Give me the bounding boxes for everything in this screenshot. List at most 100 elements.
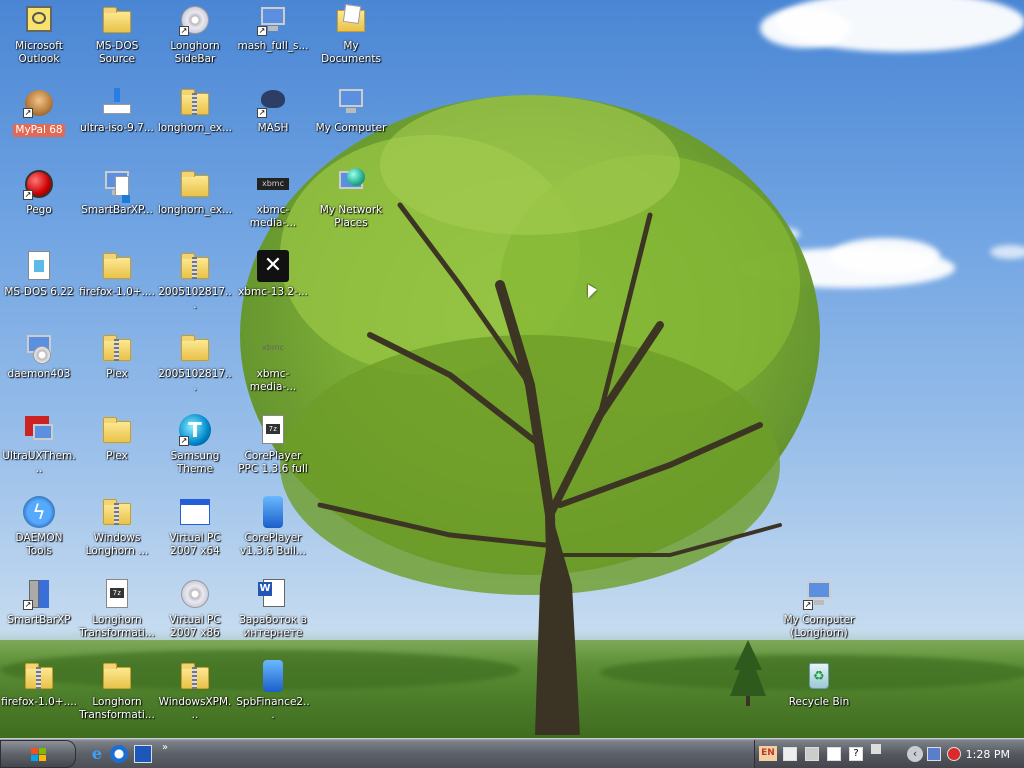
icon-label: longhorn_ex... [157, 204, 233, 216]
desktop-icon-2005102817-folder[interactable]: 2005102817... [156, 330, 234, 410]
icon-label: My Documents [321, 40, 381, 65]
desktop-icon-virtual-pc-x64[interactable]: Virtual PC 2007 x64 [156, 494, 234, 574]
icon-label: MS-DOS 6.22 [4, 286, 74, 298]
cd-icon [179, 578, 211, 610]
icon-label: ultra-iso-9.7... [80, 122, 154, 134]
desktop-icon-xbmc-media-2[interactable]: xbmc xbmc-media-... [234, 330, 312, 410]
folder-icon [179, 168, 211, 200]
icon-label: CorePlayer v1.3.6 Buil... [240, 532, 306, 557]
clock[interactable]: 1:28 PM [966, 748, 1010, 761]
desktop-icon-smartbarxp-setup[interactable]: SmartBarXP... [78, 166, 156, 246]
desktop-icon-xbmc-media-1[interactable]: xbmc xbmc-media-... [234, 166, 312, 246]
icon-label: SpbFinance2... [236, 696, 310, 721]
ultraux-icon [23, 414, 55, 446]
desktop-icon-longhorn-transformation-folder[interactable]: Longhorn Transformati... [78, 658, 156, 738]
internet-explorer-icon[interactable]: e [88, 745, 106, 763]
desktop-icon-my-documents[interactable]: My Documents [312, 2, 390, 82]
icon-label: 2005102817... [158, 286, 232, 311]
desktop-icon-my-computer-longhorn[interactable]: ↗ My Computer (Longhorn) [780, 576, 858, 656]
desktop-icon-windowsxpm[interactable]: WindowsXPM... [156, 658, 234, 738]
icon-label: xbmc-13.2-... [238, 286, 308, 298]
monitor-tray-icon[interactable] [827, 747, 841, 761]
icon-label: DAEMON Tools [15, 532, 63, 557]
network-tray-icon[interactable] [927, 747, 941, 761]
folder-icon [101, 250, 133, 282]
xbmc-app-icon: ✕ [257, 250, 289, 282]
desktop-icon-my-network-places[interactable]: My Network Places [312, 166, 390, 246]
desktop-icon-longhorn-ex-folder[interactable]: longhorn_ex... [156, 166, 234, 246]
icon-label: Recycle Bin [788, 696, 850, 708]
desktop-icon-xbmc-13[interactable]: ✕ xbmc-13.2-... [234, 248, 312, 328]
my-documents-icon [335, 4, 367, 36]
desktop-icon-plex-folder[interactable]: Plex [78, 412, 156, 492]
desktop-icon-longhorn-ex-zip[interactable]: longhorn_ex... [156, 84, 234, 164]
desktop-icon-longhorn-transformation[interactable]: 7z Longhorn Transformati... [78, 576, 156, 656]
desktop-icon-msdos-source[interactable]: MS-DOS Source [78, 2, 156, 82]
icon-label: My Network Places [319, 204, 383, 229]
desktop-icon-longhorn-sidebar[interactable]: ↗ Longhorn SideBar [156, 2, 234, 82]
icon-label: MASH [257, 122, 289, 134]
outlook-icon [23, 4, 55, 36]
desktop-icon-plex-zip[interactable]: Plex [78, 330, 156, 410]
antivirus-icon[interactable] [947, 747, 961, 761]
mypal-icon: ↗ [23, 86, 55, 118]
desktop-icon-zarabotok[interactable]: W Заработок в интернете [234, 576, 312, 656]
installer-icon [23, 332, 55, 364]
desktop-icon-smartbarxp[interactable]: ↗ SmartBarXP [0, 576, 78, 656]
desktop-icon-mash[interactable]: ↗ MASH [234, 84, 312, 164]
zip-folder-icon [101, 496, 133, 528]
icon-label: mash_full_s... [237, 40, 309, 52]
desktop-icon-firefox-zip-2[interactable]: firefox-1.0+.... [0, 658, 78, 738]
desktop-icon-coreplayer-ppc[interactable]: 7z CorePlayer PPC 1.3.6 full [234, 412, 312, 492]
icon-label: SmartBarXP... [81, 204, 153, 216]
archive-7z-icon: 7z [257, 414, 289, 446]
xbmc-icon: xbmc [257, 168, 289, 200]
network-icon [335, 168, 367, 200]
desktop-icon-my-computer[interactable]: My Computer [312, 84, 390, 164]
quicklaunch-more-button[interactable]: » [162, 742, 168, 753]
desktop-icon-coreplayer-build[interactable]: CorePlayer v1.3.6 Buil... [234, 494, 312, 574]
cloud [760, 8, 850, 48]
desktop-icon-samsung-theme[interactable]: T ↗ Samsung Theme [156, 412, 234, 492]
setup-icon [101, 168, 133, 203]
tray-expand-button[interactable]: ‹ [907, 746, 923, 762]
desktop-icon-ultraux[interactable]: UltraUXThem... [0, 412, 78, 492]
show-desktop-icon[interactable] [134, 745, 152, 763]
desktop-icon-msdos-622[interactable]: MS-DOS 6.22 [0, 248, 78, 328]
my-computer-icon [335, 86, 367, 118]
desktop-icon-pego[interactable]: ↗ Pego [0, 166, 78, 246]
desktop-icon-virtual-pc-x86[interactable]: Virtual PC 2007 x86 [156, 576, 234, 656]
document-icon [23, 250, 55, 282]
icon-label: Plex [106, 450, 128, 462]
desktop: Microsoft Outlook ↗ MyPal 68 ↗ Pego MS-D… [0, 0, 1024, 738]
browser-quicklaunch-icon[interactable] [110, 745, 128, 763]
windows-tray-icon[interactable] [871, 744, 881, 754]
tools-icon[interactable] [805, 747, 819, 761]
desktop-icon-recycle-bin[interactable]: Recycle Bin [780, 658, 858, 738]
keyboard-icon[interactable] [783, 747, 797, 761]
start-button[interactable] [0, 740, 76, 768]
desktop-icon-ultraiso[interactable]: ultra-iso-9.7... [78, 84, 156, 164]
icon-label: Plex [106, 368, 128, 380]
desktop-icon-mypal[interactable]: ↗ MyPal 68 [0, 84, 78, 164]
sidebar-icon: ↗ [179, 4, 211, 36]
desktop-icon-spbfinance[interactable]: SpbFinance2... [234, 658, 312, 738]
desktop-icon-daemon-tools[interactable]: ϟ DAEMON Tools [0, 494, 78, 574]
mash-icon: ↗ [257, 86, 289, 118]
desktop-icon-mash-full[interactable]: ↗ mash_full_s... [234, 2, 312, 82]
desktop-icon-firefox-folder[interactable]: firefox-1.0+.... [78, 248, 156, 328]
taskbar: e » EN ? ‹ 1:28 PM [0, 738, 1024, 768]
coreplayer-icon [257, 496, 289, 528]
desktop-icon-microsoft-outlook[interactable]: Microsoft Outlook [0, 2, 78, 82]
icon-label: Longhorn SideBar [170, 40, 220, 65]
desktop-icon-daemon403[interactable]: daemon403 [0, 330, 78, 410]
icon-label: firefox-1.0+.... [79, 286, 155, 298]
desktop-icon-windows-longhorn[interactable]: Windows Longhorn ... [78, 494, 156, 574]
help-icon[interactable]: ? [849, 747, 863, 761]
language-indicator[interactable]: EN [759, 746, 777, 761]
archive-7z-icon: 7z [101, 578, 133, 610]
conifer-tree [730, 640, 766, 706]
my-computer-icon: ↗ [803, 578, 835, 610]
desktop-icon-2005102817-zip[interactable]: 2005102817... [156, 248, 234, 328]
setup-icon: ↗ [257, 4, 289, 36]
